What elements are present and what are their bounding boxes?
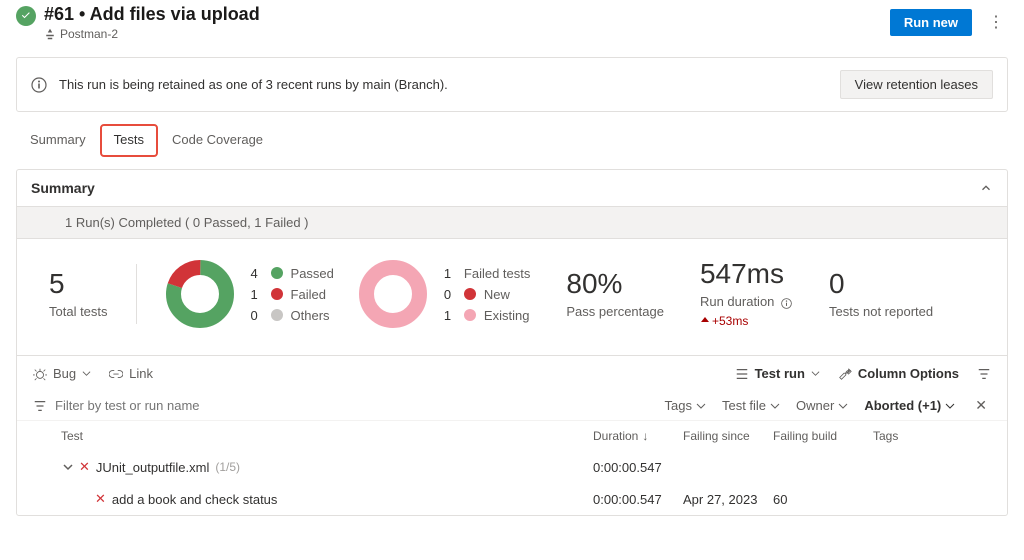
legend-others: 0Others [251,308,334,323]
bug-icon [33,367,47,381]
test-file-filter[interactable]: Test file [722,398,780,413]
pipeline-name: Postman-2 [60,27,118,41]
cell-failing-build: 60 [773,492,873,507]
col-failing-since[interactable]: Failing since [683,429,773,443]
legend-failed: 1Failed [251,287,334,302]
page-title: #61 • Add files via upload [44,4,890,25]
chevron-down-icon[interactable] [63,462,73,472]
legend-new: 0New [444,287,530,302]
test-name: add a book and check status [112,492,278,507]
create-bug-button[interactable]: Bug [33,366,91,381]
chevron-down-icon [945,401,955,411]
run-new-button[interactable]: Run new [890,9,972,36]
tab-summary[interactable]: Summary [16,124,100,157]
tags-filter[interactable]: Tags [665,398,706,413]
fail-icon: ✕ [79,459,90,475]
tab-code-coverage[interactable]: Code Coverage [158,124,277,157]
pass-pct-stat: 80% Pass percentage [566,270,664,319]
col-tags[interactable]: Tags [873,429,953,443]
legend-existing: 1Existing [444,308,530,323]
table-header: Test Duration ↓ Failing since Failing bu… [17,420,1007,451]
chevron-down-icon [811,369,820,378]
chevron-down-icon [838,401,848,411]
duration-stat: 547ms Run duration +53ms [700,260,793,327]
aborted-filter[interactable]: Aborted (+1) [864,398,955,413]
chevron-down-icon [770,401,780,411]
filter-icon [977,367,991,381]
arrow-up-icon [700,316,710,326]
column-options-button[interactable]: Column Options [838,366,959,381]
not-reported-label: Tests not reported [829,304,933,319]
table-row[interactable]: ✕ add a book and check status 0:00:00.54… [17,483,1007,515]
legend-passed: 4Passed [251,266,334,281]
pipeline-breadcrumb[interactable]: Postman-2 [44,27,890,41]
col-test[interactable]: Test [33,429,593,443]
duration-value: 547ms [700,260,793,288]
test-file-name: JUnit_outputfile.xml [96,460,209,475]
fail-icon: ✕ [95,491,106,507]
filter-icon [33,399,47,413]
tab-tests[interactable]: Tests [100,124,158,157]
total-tests-value: 5 [49,270,108,298]
col-duration[interactable]: Duration ↓ [593,429,683,443]
cell-failing-since: Apr 27, 2023 [683,492,773,507]
pass-pct-value: 80% [566,270,664,298]
group-by-test-run[interactable]: Test run [735,366,820,381]
failed-donut-chart [358,259,428,329]
sort-arrow-icon: ↓ [642,429,648,443]
pass-pct-label: Pass percentage [566,304,664,319]
duration-label: Run duration [700,294,793,309]
clear-filters-button[interactable]: ✕ [971,397,991,414]
table-row[interactable]: ✕ JUnit_outputfile.xml (1/5) 0:00:00.547 [17,451,1007,483]
owner-filter[interactable]: Owner [796,398,848,413]
wrench-icon [838,367,852,381]
test-count: (1/5) [215,460,240,474]
view-retention-button[interactable]: View retention leases [840,70,993,99]
retention-info-text: This run is being retained as one of 3 r… [59,77,828,92]
chevron-up-icon [979,181,993,195]
info-icon [31,77,47,93]
chevron-down-icon [82,369,91,378]
not-reported-stat: 0 Tests not reported [829,270,933,319]
info-icon [780,297,793,310]
not-reported-value: 0 [829,270,933,298]
completed-status: 1 Run(s) Completed ( 0 Passed, 1 Failed … [17,206,1007,238]
more-menu-button[interactable]: ⋮ [984,8,1008,36]
divider [136,264,137,324]
legend-failed-total: 1Failed tests [444,266,530,281]
summary-panel-title: Summary [31,180,95,196]
group-icon [735,367,749,381]
cell-duration: 0:00:00.547 [593,492,683,507]
cell-duration: 0:00:00.547 [593,460,683,475]
duration-delta: +53ms [700,314,793,328]
pipeline-icon [44,28,56,40]
total-tests-stat: 5 Total tests [49,270,108,319]
link-button[interactable]: Link [109,366,153,381]
results-donut-chart [165,259,235,329]
col-failing-build[interactable]: Failing build [773,429,873,443]
filter-input[interactable] [55,398,355,413]
chevron-down-icon [696,401,706,411]
total-tests-label: Total tests [49,304,108,319]
status-success-icon [16,6,36,26]
summary-panel-header[interactable]: Summary [17,170,1007,206]
filter-toggle-button[interactable] [977,367,991,381]
link-icon [109,367,123,381]
